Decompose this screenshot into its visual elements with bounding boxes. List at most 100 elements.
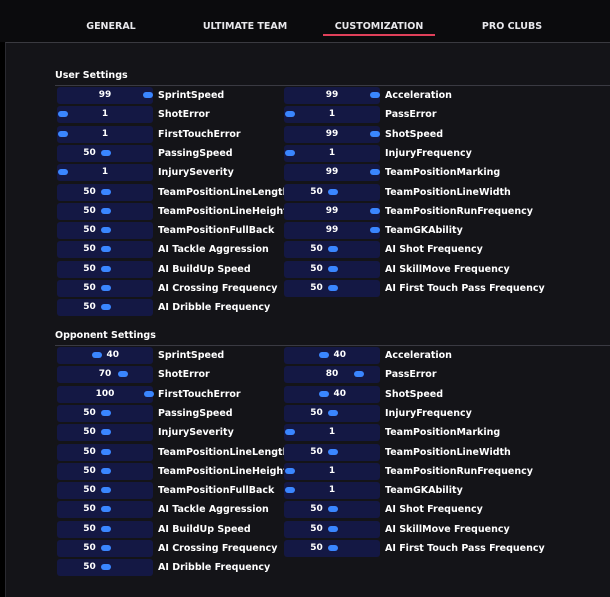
- opponent-teampositionmarking-slider[interactable]: 1: [284, 424, 380, 441]
- user-shotspeed-slider-thumb[interactable]: [370, 131, 381, 137]
- opponent-sprintspeed-slider-thumb[interactable]: [91, 352, 102, 358]
- user-teampositionlinewidth-slider[interactable]: 50: [284, 184, 380, 201]
- user-passingspeed-slider[interactable]: 50: [57, 145, 153, 162]
- user-ai-first-touch-pass-frequency-slider-thumb[interactable]: [327, 285, 338, 291]
- user-teampositionmarking-slider-thumb[interactable]: [370, 169, 381, 175]
- opponent-ai-tackle-aggression-slider[interactable]: 50: [57, 501, 153, 518]
- opponent-ai-shot-frequency-slider-thumb[interactable]: [327, 506, 338, 512]
- opponent-firsttoucherror-slider-thumb[interactable]: [144, 391, 154, 397]
- opponent-injuryfrequency-slider[interactable]: 50: [284, 405, 380, 422]
- user-ai-first-touch-pass-frequency-value: 50: [310, 283, 323, 293]
- opponent-ai-first-touch-pass-frequency-slider-thumb[interactable]: [327, 545, 338, 551]
- tab-ultimate-team[interactable]: ULTIMATE TEAM: [203, 21, 287, 32]
- opponent-teampositionlinelength-slider[interactable]: 50: [57, 444, 153, 461]
- user-teampositionfullback-slider-thumb[interactable]: [100, 227, 111, 233]
- user-firsttoucherror-slider[interactable]: 1: [57, 126, 153, 143]
- user-teampositionmarking-slider[interactable]: 99: [284, 164, 381, 181]
- tab-general[interactable]: GENERAL: [86, 21, 135, 32]
- user-passingspeed-slider-thumb[interactable]: [100, 150, 111, 156]
- tab-customization[interactable]: CUSTOMIZATION: [335, 21, 424, 32]
- opponent-firsttoucherror-slider[interactable]: 100: [57, 386, 154, 403]
- user-teampositionlinelength-slider-thumb[interactable]: [100, 189, 111, 195]
- user-firsttoucherror-slider-thumb[interactable]: [57, 131, 68, 137]
- user-teampositionrunfrequency-slider[interactable]: 99: [284, 203, 381, 220]
- user-teampositionlineheight-slider-thumb[interactable]: [100, 208, 111, 214]
- opponent-teampositionrunfrequency-slider[interactable]: 1: [284, 463, 380, 480]
- opponent-injuryseverity-slider-thumb[interactable]: [100, 429, 111, 435]
- opponent-sprintspeed-slider[interactable]: 40: [57, 347, 153, 364]
- opponent-acceleration-slider[interactable]: 40: [284, 347, 380, 364]
- user-ai-buildup-speed-slider-thumb[interactable]: [100, 266, 111, 272]
- user-ai-skillmove-frequency-slider-thumb[interactable]: [327, 266, 338, 272]
- user-ai-crossing-frequency-value: 50: [83, 283, 96, 293]
- user-ai-shot-frequency-slider[interactable]: 50: [284, 241, 380, 258]
- opponent-passerror-slider[interactable]: 80: [284, 366, 380, 383]
- opponent-acceleration-slider-thumb[interactable]: [318, 352, 329, 358]
- user-injuryfrequency-slider-thumb[interactable]: [284, 150, 295, 156]
- user-ai-crossing-frequency-slider-thumb[interactable]: [100, 285, 111, 291]
- tab-pro-clubs[interactable]: PRO CLUBS: [482, 21, 542, 32]
- user-ai-first-touch-pass-frequency-slider[interactable]: 50: [284, 280, 380, 297]
- user-teampositionrunfrequency-slider-thumb[interactable]: [370, 208, 381, 214]
- user-teampositionlinewidth-slider-thumb[interactable]: [327, 189, 338, 195]
- opponent-shoterror-slider[interactable]: 70: [57, 366, 153, 383]
- user-ai-tackle-aggression-slider-thumb[interactable]: [100, 246, 111, 252]
- opponent-passerror-slider-thumb[interactable]: [353, 371, 364, 377]
- opponent-ai-dribble-frequency-slider[interactable]: 50: [57, 559, 153, 576]
- user-ai-skillmove-frequency-slider[interactable]: 50: [284, 261, 380, 278]
- user-shoterror-slider[interactable]: 1: [57, 106, 153, 123]
- opponent-ai-buildup-speed-slider[interactable]: 50: [57, 521, 153, 538]
- user-ai-crossing-frequency-slider[interactable]: 50: [57, 280, 153, 297]
- opponent-teampositionlineheight-slider[interactable]: 50: [57, 463, 153, 480]
- opponent-ai-skillmove-frequency-slider[interactable]: 50: [284, 521, 380, 538]
- opponent-teampositionmarking-slider-thumb[interactable]: [284, 429, 295, 435]
- opponent-teamgkability-slider[interactable]: 1: [284, 482, 380, 499]
- opponent-ai-first-touch-pass-frequency-slider[interactable]: 50: [284, 540, 380, 557]
- user-ai-dribble-frequency-slider-thumb[interactable]: [100, 304, 111, 310]
- opponent-ai-buildup-speed-slider-thumb[interactable]: [100, 526, 111, 532]
- opponent-ai-shot-frequency-slider[interactable]: 50: [284, 501, 380, 518]
- opponent-shotspeed-slider[interactable]: 40: [284, 386, 380, 403]
- opponent-shotspeed-slider-thumb[interactable]: [318, 391, 329, 397]
- user-ai-dribble-frequency-slider[interactable]: 50: [57, 299, 153, 316]
- user-teampositionlinelength-slider[interactable]: 50: [57, 184, 153, 201]
- opponent-teampositionlinewidth-slider-thumb[interactable]: [327, 449, 338, 455]
- opponent-injuryfrequency-label: InjuryFrequency: [385, 408, 472, 419]
- user-injuryseverity-slider-thumb[interactable]: [57, 169, 68, 175]
- opponent-teampositionlinewidth-slider[interactable]: 50: [284, 444, 380, 461]
- opponent-teampositionfullback-slider[interactable]: 50: [57, 482, 153, 499]
- user-teamgkability-slider-thumb[interactable]: [370, 227, 381, 233]
- user-injuryfrequency-slider[interactable]: 1: [284, 145, 380, 162]
- opponent-ai-skillmove-frequency-slider-thumb[interactable]: [327, 526, 338, 532]
- opponent-teampositionfullback-slider-thumb[interactable]: [100, 487, 111, 493]
- user-ai-shot-frequency-slider-thumb[interactable]: [327, 246, 338, 252]
- user-injuryseverity-value: 1: [101, 167, 109, 177]
- user-teamgkability-slider[interactable]: 99: [284, 222, 381, 239]
- opponent-ai-tackle-aggression-slider-thumb[interactable]: [100, 506, 111, 512]
- user-acceleration-slider[interactable]: 99: [284, 87, 381, 104]
- opponent-ai-crossing-frequency-slider-thumb[interactable]: [100, 545, 111, 551]
- opponent-ai-dribble-frequency-slider-thumb[interactable]: [100, 564, 111, 570]
- opponent-teamgkability-slider-thumb[interactable]: [284, 487, 295, 493]
- user-shoterror-slider-thumb[interactable]: [57, 111, 68, 117]
- opponent-shoterror-slider-thumb[interactable]: [117, 371, 128, 377]
- opponent-injuryseverity-slider[interactable]: 50: [57, 424, 153, 441]
- user-sprintspeed-slider[interactable]: 99: [57, 87, 154, 104]
- user-passerror-slider-thumb[interactable]: [284, 111, 295, 117]
- user-sprintspeed-slider-thumb[interactable]: [143, 92, 154, 98]
- opponent-ai-crossing-frequency-slider[interactable]: 50: [57, 540, 153, 557]
- user-injuryseverity-slider[interactable]: 1: [57, 164, 153, 181]
- opponent-passingspeed-slider-thumb[interactable]: [100, 410, 111, 416]
- opponent-teampositionlinelength-slider-thumb[interactable]: [100, 449, 111, 455]
- user-ai-tackle-aggression-slider[interactable]: 50: [57, 241, 153, 258]
- user-passerror-slider[interactable]: 1: [284, 106, 380, 123]
- opponent-teampositionlineheight-slider-thumb[interactable]: [100, 468, 111, 474]
- opponent-passingspeed-slider[interactable]: 50: [57, 405, 153, 422]
- user-teampositionfullback-slider[interactable]: 50: [57, 222, 153, 239]
- user-acceleration-slider-thumb[interactable]: [370, 92, 381, 98]
- user-ai-buildup-speed-slider[interactable]: 50: [57, 261, 153, 278]
- opponent-teampositionrunfrequency-slider-thumb[interactable]: [284, 468, 295, 474]
- user-teampositionlineheight-slider[interactable]: 50: [57, 203, 153, 220]
- user-shotspeed-slider[interactable]: 99: [284, 126, 381, 143]
- opponent-injuryfrequency-slider-thumb[interactable]: [327, 410, 338, 416]
